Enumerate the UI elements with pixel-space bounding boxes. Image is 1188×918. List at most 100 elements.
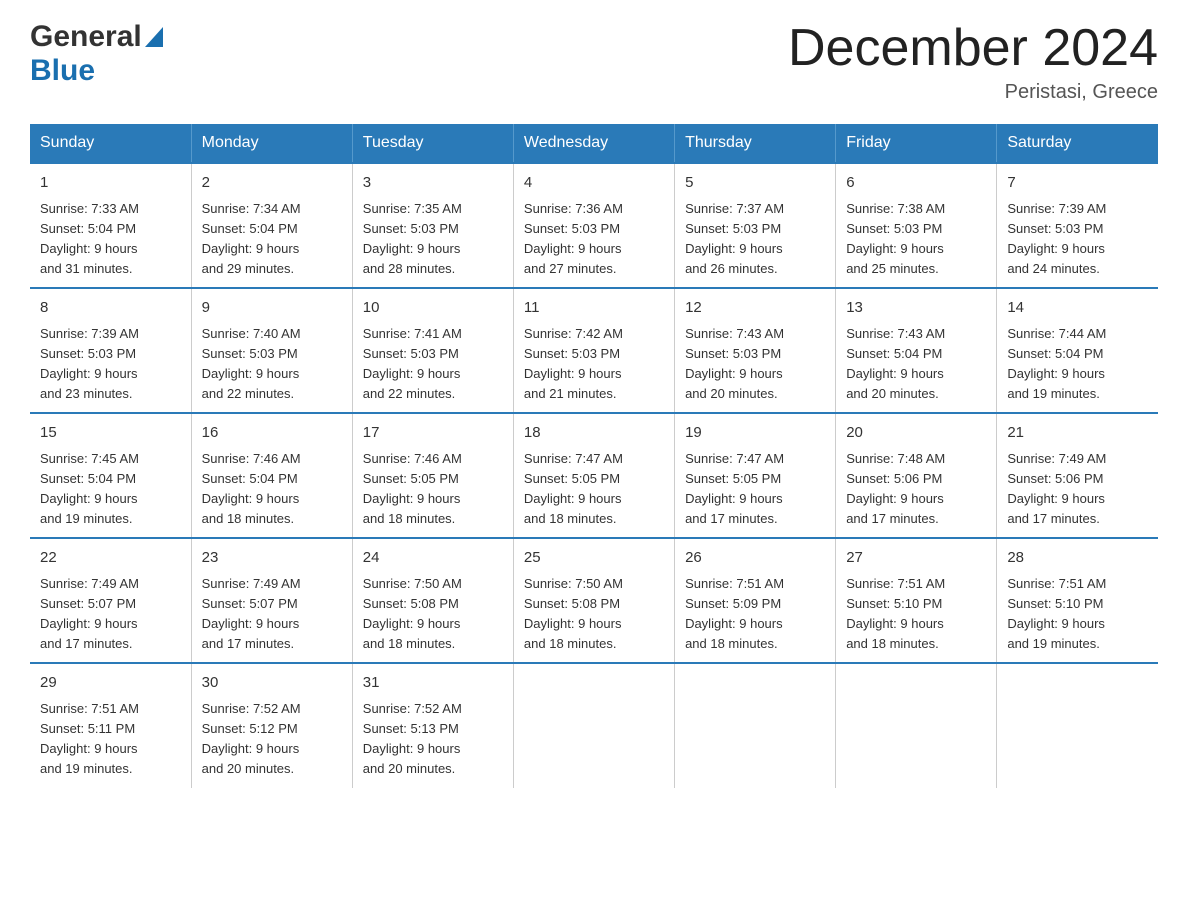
calendar-cell: 11 Sunrise: 7:42 AM Sunset: 5:03 PM Dayl… <box>513 288 674 413</box>
day-number: 28 <box>1007 547 1148 570</box>
day-number: 30 <box>202 672 342 695</box>
calendar-cell: 7 Sunrise: 7:39 AM Sunset: 5:03 PM Dayli… <box>997 163 1158 288</box>
calendar-cell: 6 Sunrise: 7:38 AM Sunset: 5:03 PM Dayli… <box>836 163 997 288</box>
day-info: Sunrise: 7:45 AM Sunset: 5:04 PM Dayligh… <box>40 449 181 530</box>
page-header: General Blue December 2024 Peristasi, Gr… <box>30 20 1158 104</box>
day-info: Sunrise: 7:51 AM Sunset: 5:09 PM Dayligh… <box>685 574 825 655</box>
day-info: Sunrise: 7:40 AM Sunset: 5:03 PM Dayligh… <box>202 324 342 405</box>
day-info: Sunrise: 7:50 AM Sunset: 5:08 PM Dayligh… <box>524 574 664 655</box>
day-info: Sunrise: 7:51 AM Sunset: 5:10 PM Dayligh… <box>846 574 986 655</box>
day-number: 31 <box>363 672 503 695</box>
day-info: Sunrise: 7:37 AM Sunset: 5:03 PM Dayligh… <box>685 199 825 280</box>
day-info: Sunrise: 7:49 AM Sunset: 5:07 PM Dayligh… <box>202 574 342 655</box>
day-info: Sunrise: 7:48 AM Sunset: 5:06 PM Dayligh… <box>846 449 986 530</box>
calendar-cell: 27 Sunrise: 7:51 AM Sunset: 5:10 PM Dayl… <box>836 538 997 663</box>
logo: General Blue <box>30 20 163 88</box>
day-info: Sunrise: 7:41 AM Sunset: 5:03 PM Dayligh… <box>363 324 503 405</box>
day-info: Sunrise: 7:44 AM Sunset: 5:04 PM Dayligh… <box>1007 324 1148 405</box>
day-info: Sunrise: 7:34 AM Sunset: 5:04 PM Dayligh… <box>202 199 342 280</box>
calendar-cell: 14 Sunrise: 7:44 AM Sunset: 5:04 PM Dayl… <box>997 288 1158 413</box>
day-info: Sunrise: 7:39 AM Sunset: 5:03 PM Dayligh… <box>1007 199 1148 280</box>
calendar-header-row: SundayMondayTuesdayWednesdayThursdayFrid… <box>30 124 1158 163</box>
calendar-cell: 13 Sunrise: 7:43 AM Sunset: 5:04 PM Dayl… <box>836 288 997 413</box>
day-info: Sunrise: 7:43 AM Sunset: 5:03 PM Dayligh… <box>685 324 825 405</box>
day-number: 18 <box>524 422 664 445</box>
day-number: 17 <box>363 422 503 445</box>
calendar-week-row: 15 Sunrise: 7:45 AM Sunset: 5:04 PM Dayl… <box>30 413 1158 538</box>
calendar-week-row: 1 Sunrise: 7:33 AM Sunset: 5:04 PM Dayli… <box>30 163 1158 288</box>
day-info: Sunrise: 7:52 AM Sunset: 5:13 PM Dayligh… <box>363 699 503 780</box>
day-header-monday: Monday <box>191 124 352 163</box>
calendar-week-row: 8 Sunrise: 7:39 AM Sunset: 5:03 PM Dayli… <box>30 288 1158 413</box>
day-number: 12 <box>685 297 825 320</box>
day-number: 29 <box>40 672 181 695</box>
day-number: 1 <box>40 172 181 195</box>
day-number: 26 <box>685 547 825 570</box>
calendar-cell: 23 Sunrise: 7:49 AM Sunset: 5:07 PM Dayl… <box>191 538 352 663</box>
calendar-cell: 22 Sunrise: 7:49 AM Sunset: 5:07 PM Dayl… <box>30 538 191 663</box>
day-number: 22 <box>40 547 181 570</box>
calendar-cell: 20 Sunrise: 7:48 AM Sunset: 5:06 PM Dayl… <box>836 413 997 538</box>
page-subtitle: Peristasi, Greece <box>788 81 1158 104</box>
calendar-cell <box>513 663 674 787</box>
logo-general: General <box>30 20 142 54</box>
title-block: December 2024 Peristasi, Greece <box>788 20 1158 104</box>
page-title: December 2024 <box>788 20 1158 77</box>
day-header-friday: Friday <box>836 124 997 163</box>
calendar-cell <box>675 663 836 787</box>
calendar-cell: 12 Sunrise: 7:43 AM Sunset: 5:03 PM Dayl… <box>675 288 836 413</box>
calendar-cell: 18 Sunrise: 7:47 AM Sunset: 5:05 PM Dayl… <box>513 413 674 538</box>
day-info: Sunrise: 7:42 AM Sunset: 5:03 PM Dayligh… <box>524 324 664 405</box>
day-number: 21 <box>1007 422 1148 445</box>
calendar-cell: 25 Sunrise: 7:50 AM Sunset: 5:08 PM Dayl… <box>513 538 674 663</box>
day-number: 9 <box>202 297 342 320</box>
day-info: Sunrise: 7:35 AM Sunset: 5:03 PM Dayligh… <box>363 199 503 280</box>
day-info: Sunrise: 7:46 AM Sunset: 5:04 PM Dayligh… <box>202 449 342 530</box>
calendar-cell <box>836 663 997 787</box>
day-info: Sunrise: 7:47 AM Sunset: 5:05 PM Dayligh… <box>685 449 825 530</box>
day-number: 15 <box>40 422 181 445</box>
day-number: 25 <box>524 547 664 570</box>
day-number: 2 <box>202 172 342 195</box>
calendar-cell: 17 Sunrise: 7:46 AM Sunset: 5:05 PM Dayl… <box>352 413 513 538</box>
calendar-week-row: 22 Sunrise: 7:49 AM Sunset: 5:07 PM Dayl… <box>30 538 1158 663</box>
day-header-saturday: Saturday <box>997 124 1158 163</box>
day-number: 5 <box>685 172 825 195</box>
day-header-wednesday: Wednesday <box>513 124 674 163</box>
day-number: 4 <box>524 172 664 195</box>
day-number: 24 <box>363 547 503 570</box>
day-number: 23 <box>202 547 342 570</box>
calendar-cell: 31 Sunrise: 7:52 AM Sunset: 5:13 PM Dayl… <box>352 663 513 787</box>
day-info: Sunrise: 7:50 AM Sunset: 5:08 PM Dayligh… <box>363 574 503 655</box>
day-header-thursday: Thursday <box>675 124 836 163</box>
day-header-tuesday: Tuesday <box>352 124 513 163</box>
calendar-cell: 9 Sunrise: 7:40 AM Sunset: 5:03 PM Dayli… <box>191 288 352 413</box>
day-number: 11 <box>524 297 664 320</box>
day-info: Sunrise: 7:49 AM Sunset: 5:07 PM Dayligh… <box>40 574 181 655</box>
logo-blue: Blue <box>30 54 95 88</box>
calendar-cell: 24 Sunrise: 7:50 AM Sunset: 5:08 PM Dayl… <box>352 538 513 663</box>
calendar-cell: 4 Sunrise: 7:36 AM Sunset: 5:03 PM Dayli… <box>513 163 674 288</box>
day-info: Sunrise: 7:43 AM Sunset: 5:04 PM Dayligh… <box>846 324 986 405</box>
day-info: Sunrise: 7:46 AM Sunset: 5:05 PM Dayligh… <box>363 449 503 530</box>
calendar-week-row: 29 Sunrise: 7:51 AM Sunset: 5:11 PM Dayl… <box>30 663 1158 787</box>
calendar-cell: 15 Sunrise: 7:45 AM Sunset: 5:04 PM Dayl… <box>30 413 191 538</box>
day-info: Sunrise: 7:38 AM Sunset: 5:03 PM Dayligh… <box>846 199 986 280</box>
day-info: Sunrise: 7:39 AM Sunset: 5:03 PM Dayligh… <box>40 324 181 405</box>
day-number: 13 <box>846 297 986 320</box>
calendar-table: SundayMondayTuesdayWednesdayThursdayFrid… <box>30 124 1158 787</box>
calendar-cell <box>997 663 1158 787</box>
day-number: 7 <box>1007 172 1148 195</box>
day-info: Sunrise: 7:47 AM Sunset: 5:05 PM Dayligh… <box>524 449 664 530</box>
calendar-cell: 26 Sunrise: 7:51 AM Sunset: 5:09 PM Dayl… <box>675 538 836 663</box>
day-number: 19 <box>685 422 825 445</box>
day-number: 20 <box>846 422 986 445</box>
day-number: 8 <box>40 297 181 320</box>
calendar-cell: 30 Sunrise: 7:52 AM Sunset: 5:12 PM Dayl… <box>191 663 352 787</box>
calendar-cell: 28 Sunrise: 7:51 AM Sunset: 5:10 PM Dayl… <box>997 538 1158 663</box>
calendar-cell: 29 Sunrise: 7:51 AM Sunset: 5:11 PM Dayl… <box>30 663 191 787</box>
day-info: Sunrise: 7:51 AM Sunset: 5:10 PM Dayligh… <box>1007 574 1148 655</box>
calendar-cell: 10 Sunrise: 7:41 AM Sunset: 5:03 PM Dayl… <box>352 288 513 413</box>
calendar-cell: 5 Sunrise: 7:37 AM Sunset: 5:03 PM Dayli… <box>675 163 836 288</box>
day-number: 14 <box>1007 297 1148 320</box>
